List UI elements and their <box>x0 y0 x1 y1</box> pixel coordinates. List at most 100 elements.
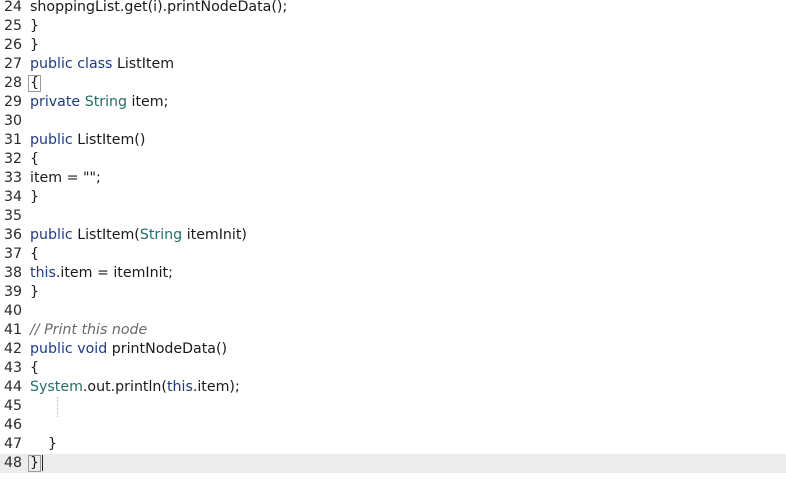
line-number: 30 <box>4 113 23 129</box>
line-number: 31 <box>4 132 23 148</box>
code-line-30[interactable]: 30 <box>0 112 786 131</box>
line-number: 33 <box>4 170 23 186</box>
line-number: 29 <box>4 94 23 110</box>
code-text[interactable]: this.item = itemInit; <box>30 264 173 283</box>
code-line-45[interactable]: 45 <box>0 397 786 416</box>
code-text[interactable]: } <box>30 188 39 207</box>
code-text[interactable]: public class ListItem <box>30 55 174 74</box>
code-text[interactable]: public ListItem() <box>30 131 145 150</box>
line-number: 43 <box>4 360 23 376</box>
line-number: 26 <box>4 37 23 53</box>
code-line-31[interactable]: 31 public ListItem() <box>0 131 786 150</box>
code-token: public <box>30 132 73 148</box>
code-token: .item); <box>192 379 240 395</box>
code-editor[interactable]: 24 shoppingList.get(i).printNodeData(); 25… <box>0 0 786 486</box>
line-number: 46 <box>4 417 23 433</box>
code-text[interactable]: item = ""; <box>30 169 101 188</box>
code-line-46[interactable]: 46 <box>0 416 786 435</box>
line-number: 27 <box>4 56 23 72</box>
code-line-33[interactable]: 33 item = ""; <box>0 169 786 188</box>
code-line-37[interactable]: 37 { <box>0 245 786 264</box>
code-text[interactable]: } <box>28 454 44 473</box>
code-token: { <box>30 151 40 167</box>
code-token: ListItem() <box>72 132 146 148</box>
code-line-40[interactable]: 40 <box>0 302 786 321</box>
code-token: System <box>30 379 83 395</box>
line-number: 41 <box>4 322 23 338</box>
code-token: ListItem <box>112 56 175 72</box>
code-token: public <box>30 227 73 243</box>
line-number: 48 <box>4 455 23 471</box>
code-text[interactable]: System.out.println(this.item); <box>30 378 240 397</box>
text-caret <box>42 455 44 471</box>
code-token: } <box>30 18 40 34</box>
code-text[interactable]: } <box>30 17 39 36</box>
code-text[interactable]: public ListItem(String itemInit) <box>30 226 247 245</box>
code-text[interactable]: { <box>30 359 39 378</box>
code-token: { <box>30 360 40 376</box>
code-line-48[interactable]: 48} <box>0 454 786 473</box>
code-line-29[interactable]: 29 private String item; <box>0 93 786 112</box>
code-line-42[interactable]: 42 public void printNodeData() <box>0 340 786 359</box>
line-number: 25 <box>4 18 23 34</box>
code-token: this <box>30 265 56 281</box>
code-line-27[interactable]: 27 public class ListItem <box>0 55 786 74</box>
code-token: } <box>30 189 40 205</box>
code-text[interactable]: private String item; <box>30 93 168 112</box>
code-text[interactable]: { <box>30 245 39 264</box>
code-token: // Print this node <box>30 322 148 338</box>
line-number: 40 <box>4 303 23 319</box>
code-token: public <box>30 341 73 357</box>
code-token: shoppingList.get(i).printNodeData(); <box>30 0 288 15</box>
code-line-28[interactable]: 28 { <box>0 74 786 93</box>
code-line-38[interactable]: 38 this.item = itemInit; <box>0 264 786 283</box>
code-token: } <box>30 284 40 300</box>
code-line-47[interactable]: 47 } <box>0 435 786 454</box>
line-number: 38 <box>4 265 23 281</box>
code-token: class <box>77 56 113 72</box>
line-number: 37 <box>4 246 23 262</box>
code-line-35[interactable]: 35 <box>0 207 786 226</box>
code-line-36[interactable]: 36 public ListItem(String itemInit) <box>0 226 786 245</box>
code-line-34[interactable]: 34} <box>0 188 786 207</box>
code-text[interactable]: public void printNodeData() <box>30 340 227 359</box>
code-token: this <box>166 379 193 395</box>
code-text[interactable]: { <box>30 150 39 169</box>
code-text[interactable]: } <box>30 435 57 454</box>
line-number: 36 <box>4 227 23 243</box>
line-number: 35 <box>4 208 23 224</box>
code-text[interactable]: } <box>30 283 39 302</box>
code-token: .item = itemInit; <box>55 265 173 281</box>
code-text[interactable]: // Print this node <box>30 321 147 340</box>
line-number: 45 <box>4 398 23 414</box>
code-line-26[interactable]: 26} <box>0 36 786 55</box>
matched-brace: } <box>28 455 42 472</box>
line-number: 44 <box>4 379 23 395</box>
line-number: 34 <box>4 189 23 205</box>
code-line-39[interactable]: 39} <box>0 283 786 302</box>
code-text[interactable]: shoppingList.get(i).printNodeData(); <box>30 0 287 17</box>
code-token: printNodeData() <box>107 341 228 357</box>
code-token: String <box>139 227 183 243</box>
code-line-25[interactable]: 25} <box>0 17 786 36</box>
code-token: ListItem( <box>72 227 140 243</box>
code-line-41[interactable]: 41 // Print this node <box>0 321 786 340</box>
code-token: { <box>30 246 40 262</box>
line-number: 28 <box>4 75 23 91</box>
code-text[interactable]: { <box>28 74 42 93</box>
line-number: 39 <box>4 284 23 300</box>
line-number: 32 <box>4 151 23 167</box>
code-text[interactable]: } <box>30 36 39 55</box>
line-number: 47 <box>4 436 23 452</box>
code-line-32[interactable]: 32 { <box>0 150 786 169</box>
code-token: String <box>84 94 128 110</box>
code-line-44[interactable]: 44 System.out.println(this.item); <box>0 378 786 397</box>
code-token: public <box>30 56 73 72</box>
code-line-43[interactable]: 43 { <box>0 359 786 378</box>
code-line-24[interactable]: 24 shoppingList.get(i).printNodeData(); <box>0 0 786 17</box>
line-number: 42 <box>4 341 23 357</box>
code-token: } <box>48 436 58 452</box>
matched-brace: { <box>28 75 42 92</box>
code-token: } <box>30 37 40 53</box>
